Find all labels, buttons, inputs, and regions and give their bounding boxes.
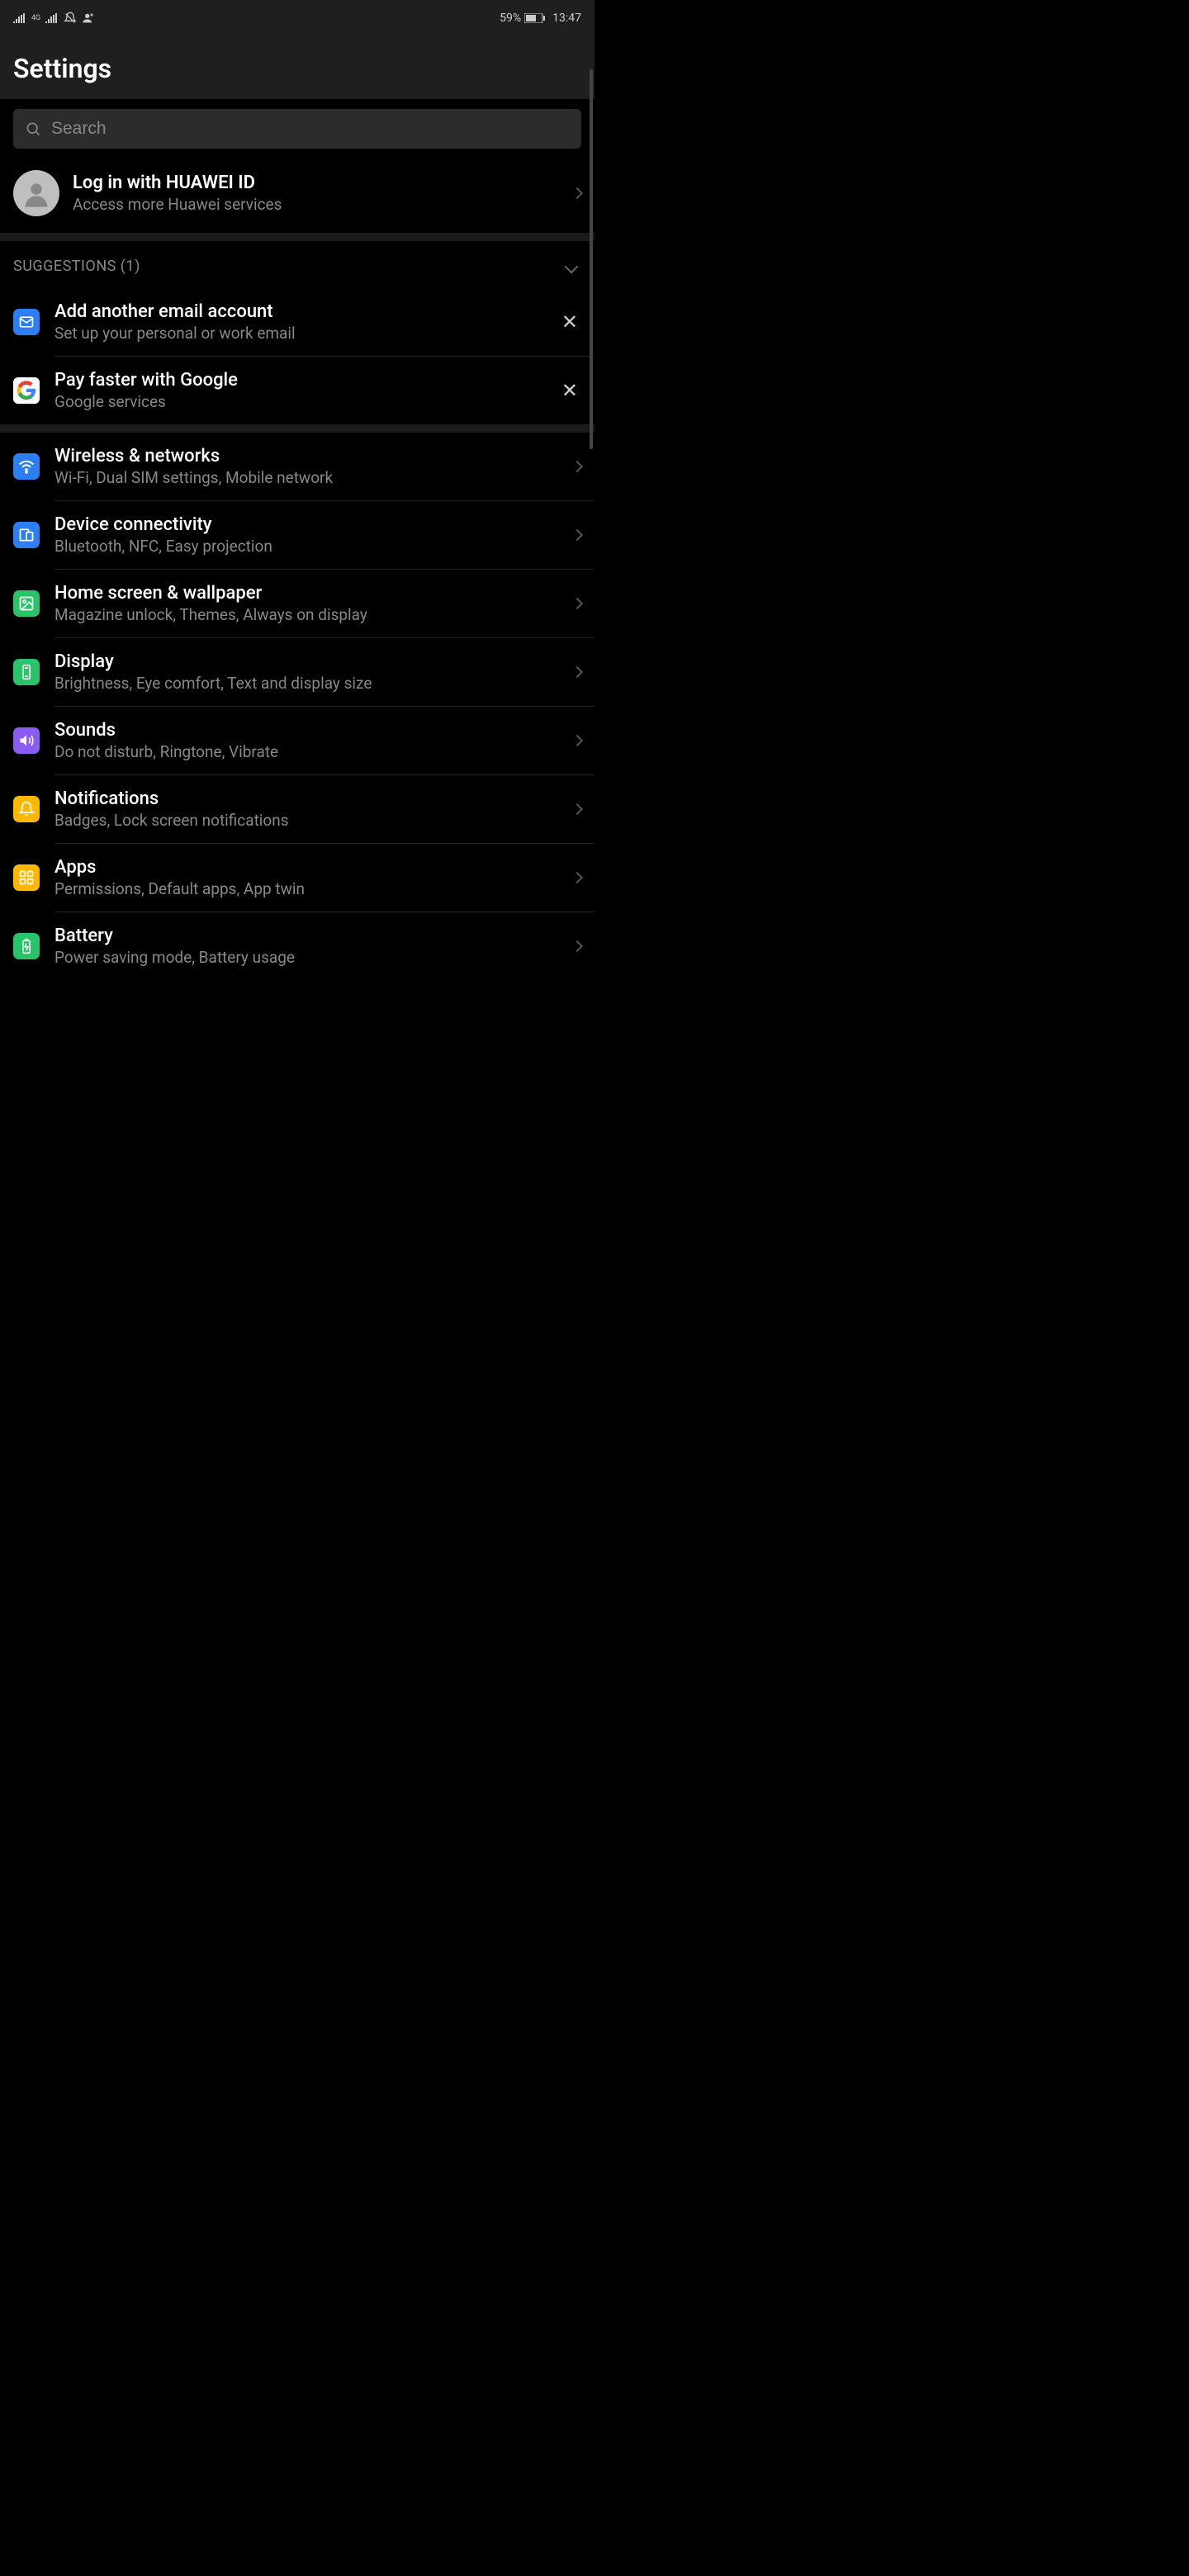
dismiss-button[interactable]: ✕	[558, 377, 581, 404]
status-left: 4G	[13, 12, 95, 25]
setting-wireless-networks[interactable]: Wireless & networks Wi-Fi, Dual SIM sett…	[0, 433, 594, 500]
suggestions-label: SUGGESTIONS (1)	[13, 258, 140, 275]
setting-subtitle: Power saving mode, Battery usage	[54, 948, 558, 967]
setting-subtitle: Brightness, Eye comfort, Text and displa…	[54, 674, 558, 693]
huawei-id-login[interactable]: Log in with HUAWEI ID Access more Huawei…	[0, 159, 594, 233]
chevron-right-icon	[571, 461, 583, 472]
chevron-right-icon	[571, 940, 583, 952]
chevron-right-icon	[571, 735, 583, 746]
setting-apps[interactable]: Apps Permissions, Default apps, App twin	[0, 844, 594, 912]
google-icon	[13, 377, 40, 404]
clock-time: 13:47	[552, 12, 581, 25]
chevron-right-icon	[571, 872, 583, 883]
wifi-icon	[13, 453, 40, 480]
setting-device-connectivity[interactable]: Device connectivity Bluetooth, NFC, Easy…	[0, 501, 594, 569]
setting-title: Device connectivity	[54, 514, 558, 535]
devices-icon	[13, 522, 40, 548]
setting-subtitle: Wi-Fi, Dual SIM settings, Mobile network	[54, 468, 558, 487]
setting-title: Notifications	[54, 788, 558, 809]
search-box[interactable]	[13, 109, 581, 149]
phone-icon	[13, 659, 40, 685]
chevron-down-icon	[565, 259, 579, 273]
setting-sounds[interactable]: Sounds Do not disturb, Ringtone, Vibrate	[0, 707, 594, 774]
suggestion-title: Add another email account	[54, 301, 543, 322]
setting-subtitle: Permissions, Default apps, App twin	[54, 879, 558, 898]
setting-title: Apps	[54, 857, 558, 878]
mail-icon	[13, 309, 40, 335]
setting-title: Wireless & networks	[54, 446, 558, 466]
suggestion-subtitle: Google services	[54, 392, 543, 411]
suggestions-header[interactable]: SUGGESTIONS (1)	[0, 241, 594, 288]
search-icon	[25, 121, 41, 137]
setting-subtitle: Bluetooth, NFC, Easy projection	[54, 537, 558, 556]
setting-battery[interactable]: Battery Power saving mode, Battery usage	[0, 912, 594, 980]
signal-icon	[13, 13, 26, 23]
person-add-icon	[82, 12, 95, 25]
app-header: Settings	[0, 36, 594, 99]
battery-icon	[524, 13, 546, 23]
suggestion-title: Pay faster with Google	[54, 370, 543, 391]
dismiss-button[interactable]: ✕	[558, 309, 581, 335]
chevron-right-icon	[571, 598, 583, 609]
setting-title: Sounds	[54, 720, 558, 741]
network-4g-icon: 4G	[31, 15, 40, 22]
signal-icon-2	[45, 13, 59, 23]
status-bar: 4G 59% 13:47	[0, 0, 594, 36]
setting-subtitle: Do not disturb, Ringtone, Vibrate	[54, 742, 558, 761]
apps-icon	[13, 864, 40, 891]
login-subtitle: Access more Huawei services	[73, 195, 560, 214]
setting-notifications[interactable]: Notifications Badges, Lock screen notifi…	[0, 775, 594, 843]
suggestion-google-pay[interactable]: Pay faster with Google Google services ✕	[0, 357, 594, 424]
setting-title: Battery	[54, 926, 558, 946]
setting-subtitle: Badges, Lock screen notifications	[54, 811, 558, 830]
chevron-right-icon	[571, 529, 583, 541]
page-title: Settings	[13, 53, 581, 84]
chevron-right-icon	[571, 187, 583, 199]
battery-percent: 59%	[500, 12, 521, 25]
setting-subtitle: Magazine unlock, Themes, Always on displ…	[54, 605, 558, 624]
image-icon	[13, 590, 40, 617]
sound-icon	[13, 727, 40, 754]
scroll-indicator	[590, 69, 593, 449]
alarm-off-icon	[64, 12, 77, 25]
setting-home-wallpaper[interactable]: Home screen & wallpaper Magazine unlock,…	[0, 570, 594, 637]
setting-display[interactable]: Display Brightness, Eye comfort, Text an…	[0, 638, 594, 706]
chevron-right-icon	[571, 666, 583, 678]
suggestion-add-email[interactable]: Add another email account Set up your pe…	[0, 288, 594, 356]
search-input[interactable]	[51, 119, 570, 139]
section-gap	[0, 233, 594, 241]
setting-title: Display	[54, 651, 558, 672]
setting-title: Home screen & wallpaper	[54, 583, 558, 604]
section-gap	[0, 424, 594, 433]
login-title: Log in with HUAWEI ID	[73, 173, 560, 193]
chevron-right-icon	[571, 803, 583, 815]
status-right: 59% 13:47	[500, 12, 581, 25]
suggestion-subtitle: Set up your personal or work email	[54, 324, 543, 343]
bell-icon	[13, 796, 40, 822]
avatar-icon	[13, 170, 59, 216]
battery-icon	[13, 933, 40, 959]
